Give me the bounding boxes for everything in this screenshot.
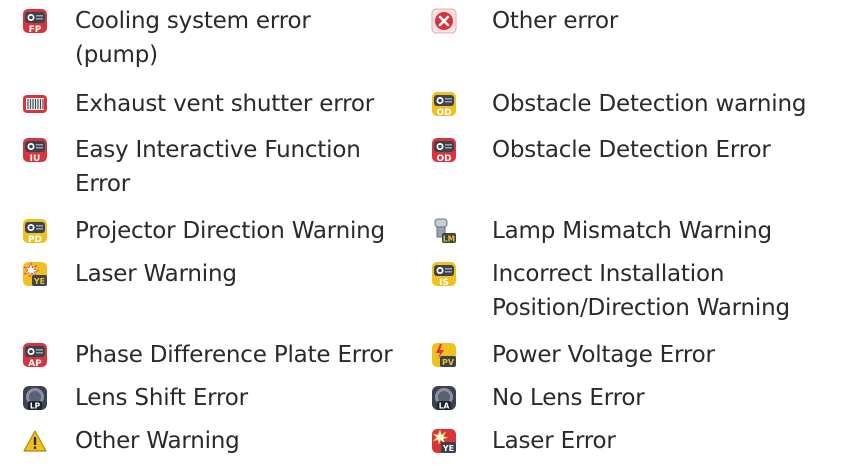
svg-text:YE: YE bbox=[442, 444, 454, 453]
svg-text:AP: AP bbox=[28, 359, 42, 368]
svg-text:IU: IU bbox=[30, 154, 41, 163]
status-item-lens-shift-error: LP Lens Shift Error bbox=[22, 381, 248, 415]
easy-interactive-error-icon: IU bbox=[22, 137, 48, 163]
svg-text:LP: LP bbox=[30, 402, 41, 411]
status-label: Laser Error bbox=[492, 428, 616, 454]
svg-text:YE: YE bbox=[33, 277, 45, 286]
lens-shift-error-icon: LP bbox=[22, 385, 48, 411]
phase-plate-error-icon: AP bbox=[22, 342, 48, 368]
svg-text:PV: PV bbox=[442, 358, 455, 367]
status-item-no-lens-error: LA No Lens Error bbox=[431, 381, 645, 415]
status-item-phase-plate-error: AP Phase Difference Plate Error bbox=[22, 338, 393, 372]
svg-text:FP: FP bbox=[29, 25, 42, 34]
svg-text:PD: PD bbox=[28, 235, 42, 244]
lamp-mismatch-warning-icon: LM bbox=[431, 218, 457, 244]
status-item-obstacle-detection-warning: OD Obstacle Detection warning bbox=[431, 87, 806, 121]
status-item-obstacle-detection-error: OD Obstacle Detection Error bbox=[431, 133, 771, 167]
status-label: Obstacle Detection Error bbox=[492, 137, 771, 163]
svg-text:LA: LA bbox=[439, 402, 450, 411]
laser-warning-icon: YE bbox=[22, 261, 48, 287]
status-label: Exhaust vent shutter error bbox=[75, 91, 374, 117]
svg-text:OD: OD bbox=[436, 108, 451, 117]
status-item-laser-error: YE Laser Error bbox=[431, 424, 616, 458]
cooling-pump-error-icon: FP bbox=[22, 8, 48, 34]
status-item-easy-interactive-error: IU Easy Interactive Function Error bbox=[22, 133, 361, 201]
status-item-other-warning: Other Warning bbox=[22, 424, 240, 458]
status-label-line2: (pump) bbox=[75, 42, 158, 68]
status-label: Incorrect Installation bbox=[492, 261, 725, 287]
svg-text:LM: LM bbox=[443, 235, 455, 244]
other-error-icon bbox=[431, 8, 457, 34]
status-item-lamp-mismatch-warning: LM Lamp Mismatch Warning bbox=[431, 214, 772, 248]
no-lens-error-icon: LA bbox=[431, 385, 457, 411]
status-item-installation-position-warning: IS Incorrect Installation Position/Direc… bbox=[431, 257, 790, 325]
status-label: Projector Direction Warning bbox=[75, 218, 385, 244]
status-label-line2: Position/Direction Warning bbox=[492, 295, 790, 321]
status-item-projector-direction-warning: PD Projector Direction Warning bbox=[22, 214, 385, 248]
status-label: Lamp Mismatch Warning bbox=[492, 218, 772, 244]
status-label: Obstacle Detection warning bbox=[492, 91, 807, 117]
status-label: Lens Shift Error bbox=[75, 385, 248, 411]
laser-error-icon: YE bbox=[431, 428, 457, 454]
projector-direction-warning-icon: PD bbox=[22, 218, 48, 244]
status-item-cooling-pump-error: FP Cooling system error (pump) bbox=[22, 4, 311, 72]
status-label: Laser Warning bbox=[75, 261, 237, 287]
power-voltage-error-icon: PV bbox=[431, 342, 457, 368]
obstacle-detection-error-icon: OD bbox=[431, 137, 457, 163]
obstacle-detection-warning-icon: OD bbox=[431, 91, 457, 117]
status-label: Cooling system error bbox=[75, 8, 311, 34]
status-label: Other error bbox=[492, 8, 619, 34]
svg-text:IS: IS bbox=[439, 278, 449, 287]
other-warning-icon bbox=[22, 428, 48, 454]
exhaust-shutter-error-icon bbox=[22, 91, 48, 117]
status-label: Phase Difference Plate Error bbox=[75, 342, 393, 368]
status-item-power-voltage-error: PV Power Voltage Error bbox=[431, 338, 715, 372]
status-item-laser-warning: YE Laser Warning bbox=[22, 257, 237, 291]
status-label-line2: Error bbox=[75, 171, 131, 197]
status-label: Other Warning bbox=[75, 428, 240, 454]
status-label: Easy Interactive Function bbox=[75, 137, 361, 163]
status-label: No Lens Error bbox=[492, 385, 645, 411]
svg-text:OD: OD bbox=[436, 154, 451, 163]
installation-position-warning-icon: IS bbox=[431, 261, 457, 287]
status-item-exhaust-shutter-error: Exhaust vent shutter error bbox=[22, 87, 374, 121]
status-item-other-error: Other error bbox=[431, 4, 618, 38]
status-label: Power Voltage Error bbox=[492, 342, 715, 368]
